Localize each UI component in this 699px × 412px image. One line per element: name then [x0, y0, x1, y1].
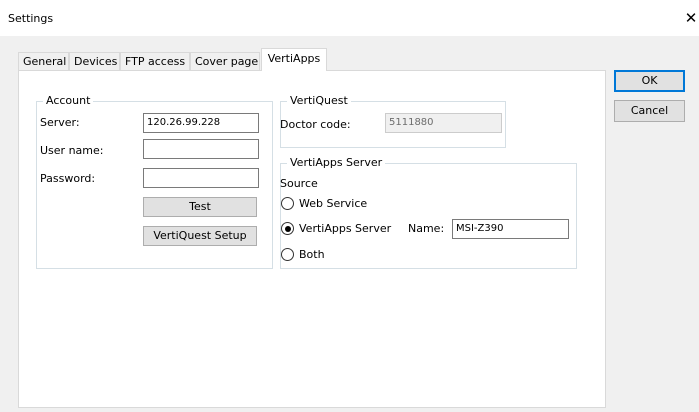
- title-bar: Settings ✕: [0, 0, 699, 36]
- web-service-label: Web Service: [299, 197, 368, 210]
- radio-web-service[interactable]: [281, 197, 294, 210]
- vertiquest-group-title: VertiQuest: [287, 94, 351, 108]
- radio-both[interactable]: [281, 248, 294, 261]
- vertiquest-setup-button[interactable]: VertiQuest Setup: [143, 226, 257, 246]
- tab-vertiapps[interactable]: VertiApps: [261, 48, 327, 71]
- source-label: Source: [280, 177, 318, 190]
- radio-selected-dot: [284, 225, 291, 232]
- both-label: Both: [299, 248, 325, 261]
- vertiapps-server-group: VertiApps Server Source Web Service Vert…: [280, 156, 577, 269]
- tab-panel-vertiapps: Account Server: 120.26.99.228 User name:…: [18, 70, 606, 408]
- tab-ftp-access[interactable]: FTP access: [120, 52, 190, 70]
- cancel-button[interactable]: Cancel: [614, 100, 685, 122]
- server-label: Server:: [40, 116, 80, 129]
- close-icon[interactable]: ✕: [683, 8, 699, 28]
- account-group-title: Account: [43, 94, 94, 108]
- radio-vertiapps-server[interactable]: [281, 222, 294, 235]
- test-button[interactable]: Test: [143, 197, 257, 217]
- ok-button[interactable]: OK: [614, 70, 685, 92]
- username-label: User name:: [40, 144, 104, 157]
- vertiapps-server-group-title: VertiApps Server: [287, 156, 386, 170]
- vertiquest-group: VertiQuest Doctor code: 5111880: [280, 94, 506, 148]
- password-label: Password:: [40, 172, 96, 185]
- tab-devices[interactable]: Devices: [69, 52, 120, 70]
- server-name-label: Name:: [408, 222, 445, 235]
- tab-general[interactable]: General: [18, 52, 69, 70]
- password-input[interactable]: [143, 168, 259, 188]
- account-group: Account Server: 120.26.99.228 User name:…: [36, 94, 273, 269]
- doctor-code-label: Doctor code:: [280, 118, 351, 131]
- window-title: Settings: [8, 12, 54, 25]
- settings-window: Settings ✕ General Devices FTP access Co…: [0, 0, 699, 412]
- vertiapps-server-label: VertiApps Server: [299, 222, 392, 235]
- server-input[interactable]: 120.26.99.228: [143, 113, 259, 133]
- username-input[interactable]: [143, 139, 259, 159]
- server-name-input[interactable]: MSI-Z390: [452, 219, 569, 239]
- doctor-code-input: 5111880: [385, 113, 502, 133]
- tab-cover-page[interactable]: Cover page: [190, 52, 260, 70]
